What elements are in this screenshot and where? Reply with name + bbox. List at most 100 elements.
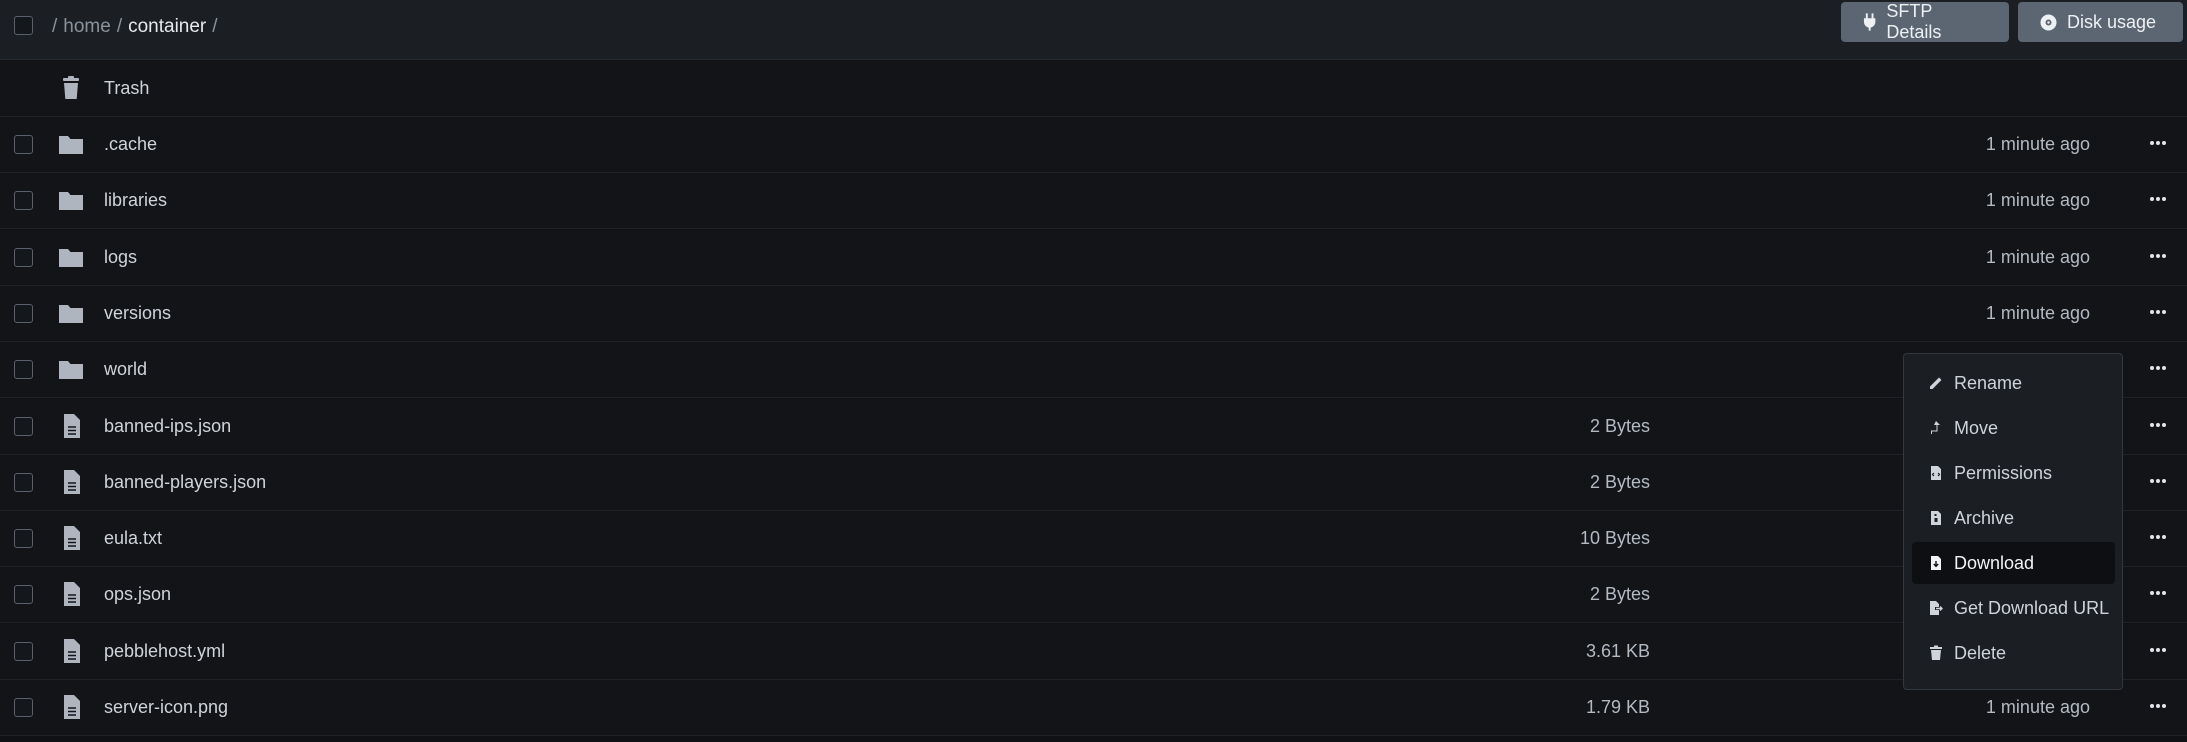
pencil-icon (1930, 377, 1942, 389)
file-row[interactable]: pebblehost.yml 3.61 KB (0, 623, 2187, 680)
disk-icon (2040, 14, 2057, 30)
file-name[interactable]: .cache (104, 134, 157, 155)
file-icon (64, 638, 80, 663)
disk-usage-button[interactable]: Disk usage (2018, 2, 2183, 42)
row-checkbox[interactable] (14, 472, 33, 492)
breadcrumb-home[interactable]: home (63, 16, 111, 38)
modified-time: 1 minute ago (1985, 190, 2090, 211)
row-checkbox[interactable] (14, 191, 33, 211)
more-options-icon[interactable] (2146, 356, 2170, 380)
file-icon (64, 413, 80, 438)
row-checkbox[interactable] (14, 303, 33, 323)
menu-item-permissions[interactable]: Permissions (1912, 452, 2115, 494)
file-download-icon (1931, 556, 1941, 570)
disk-usage-label: Disk usage (2067, 11, 2157, 32)
trash-label: Trash (104, 78, 150, 98)
file-size: 10 Bytes (1579, 528, 1650, 549)
file-row[interactable]: .cache 1 minute ago (0, 117, 2187, 173)
sftp-details-label: SFTP Details (1886, 1, 1942, 42)
file-name[interactable]: ops.json (104, 584, 171, 605)
folder-icon (59, 304, 83, 323)
file-row[interactable]: ops.json 2 Bytes (0, 567, 2187, 624)
breadcrumb-separator: / (212, 16, 218, 37)
modified-time: 1 minute ago (1985, 302, 2090, 323)
file-size: 2 Bytes (1589, 415, 1650, 436)
file-icon (64, 582, 80, 607)
more-options-icon[interactable] (2146, 244, 2170, 268)
row-checkbox[interactable] (14, 529, 33, 549)
menu-item-delete[interactable]: Delete (1912, 632, 2115, 674)
move-arrow-icon (1931, 421, 1940, 434)
menu-item-get-download-url[interactable]: Get Download URL (1912, 587, 2115, 629)
menu-item-label: Move (1954, 417, 1999, 438)
breadcrumb: / home / container / (52, 16, 218, 38)
more-options-icon[interactable] (2146, 131, 2170, 155)
file-row[interactable]: world (0, 342, 2187, 399)
more-options-icon[interactable] (2146, 469, 2170, 493)
file-row[interactable]: libraries 1 minute ago (0, 173, 2187, 230)
file-code-icon (1931, 466, 1941, 480)
menu-item-rename[interactable]: Rename (1912, 362, 2115, 404)
folder-icon (59, 192, 83, 211)
file-name[interactable]: libraries (104, 190, 167, 211)
select-all-checkbox[interactable] (14, 16, 33, 35)
menu-item-label: Get Download URL (1954, 597, 2110, 618)
row-checkbox[interactable] (14, 698, 33, 717)
folder-icon (59, 136, 83, 154)
row-checkbox[interactable] (14, 585, 33, 605)
file-export-icon (1930, 601, 1943, 615)
file-name[interactable]: world (104, 359, 147, 380)
file-row[interactable]: server-icon.png 1.79 KB 1 minute ago (0, 680, 2187, 736)
file-size: 3.61 KB (1585, 640, 1650, 661)
more-options-icon[interactable] (2146, 638, 2170, 662)
sftp-details-button[interactable]: SFTP Details (1841, 1, 2009, 42)
file-row[interactable]: eula.txt 10 Bytes (0, 511, 2187, 568)
more-options-icon[interactable] (2146, 525, 2170, 549)
row-checkbox[interactable] (14, 360, 33, 380)
file-name[interactable]: versions (104, 303, 171, 324)
breadcrumb-current[interactable]: container (128, 16, 206, 38)
file-size: 1.79 KB (1585, 697, 1650, 717)
row-checkbox[interactable] (14, 135, 33, 154)
file-row[interactable]: banned-players.json 2 Bytes (0, 454, 2187, 511)
file-icon (64, 695, 80, 719)
file-name[interactable]: banned-players.json (104, 472, 266, 493)
modified-time: 1 minute ago (1985, 134, 2090, 154)
more-options-icon[interactable] (2146, 694, 2170, 718)
menu-item-label: Download (1954, 552, 2035, 573)
modified-time: 1 minute ago (1985, 697, 2090, 717)
file-row[interactable]: logs 1 minute ago (0, 229, 2187, 286)
folder-icon (59, 248, 83, 267)
file-icon (64, 469, 80, 494)
file-size: 2 Bytes (1589, 471, 1650, 492)
file-archive-icon (1931, 511, 1941, 525)
menu-item-label: Archive (1954, 507, 2015, 528)
menu-item-label: Rename (1954, 372, 2023, 393)
file-name[interactable]: server-icon.png (104, 697, 228, 718)
file-name[interactable]: banned-ips.json (104, 416, 231, 437)
trash-row[interactable]: Trash (0, 61, 2187, 117)
modified-time: 1 minute ago (1985, 246, 2090, 267)
file-name[interactable]: logs (104, 247, 137, 268)
menu-item-label: Delete (1954, 642, 2007, 663)
more-options-icon[interactable] (2146, 581, 2170, 605)
menu-item-download[interactable]: Download (1912, 542, 2115, 584)
breadcrumb-separator: / (116, 16, 123, 37)
menu-item-archive[interactable]: Archive (1912, 497, 2115, 539)
top-bar: / home / container / SFTP Details Disk u… (0, 0, 2187, 60)
file-name[interactable]: pebblehost.yml (104, 641, 225, 662)
file-name[interactable]: eula.txt (104, 528, 162, 549)
row-checkbox[interactable] (14, 416, 33, 436)
more-options-icon[interactable] (2146, 300, 2170, 324)
trash-icon (1930, 645, 1942, 660)
row-checkbox[interactable] (14, 641, 33, 661)
file-row[interactable]: versions 1 minute ago (0, 285, 2187, 342)
context-menu: Rename Move Permissions Archive Download… (1903, 353, 2123, 690)
more-options-icon[interactable] (2146, 187, 2170, 211)
menu-item-move[interactable]: Move (1912, 407, 2115, 449)
folder-icon (59, 361, 83, 380)
file-row[interactable]: banned-ips.json 2 Bytes (0, 398, 2187, 455)
menu-item-label: Permissions (1954, 462, 2053, 483)
row-checkbox[interactable] (14, 247, 33, 267)
more-options-icon[interactable] (2146, 413, 2170, 437)
